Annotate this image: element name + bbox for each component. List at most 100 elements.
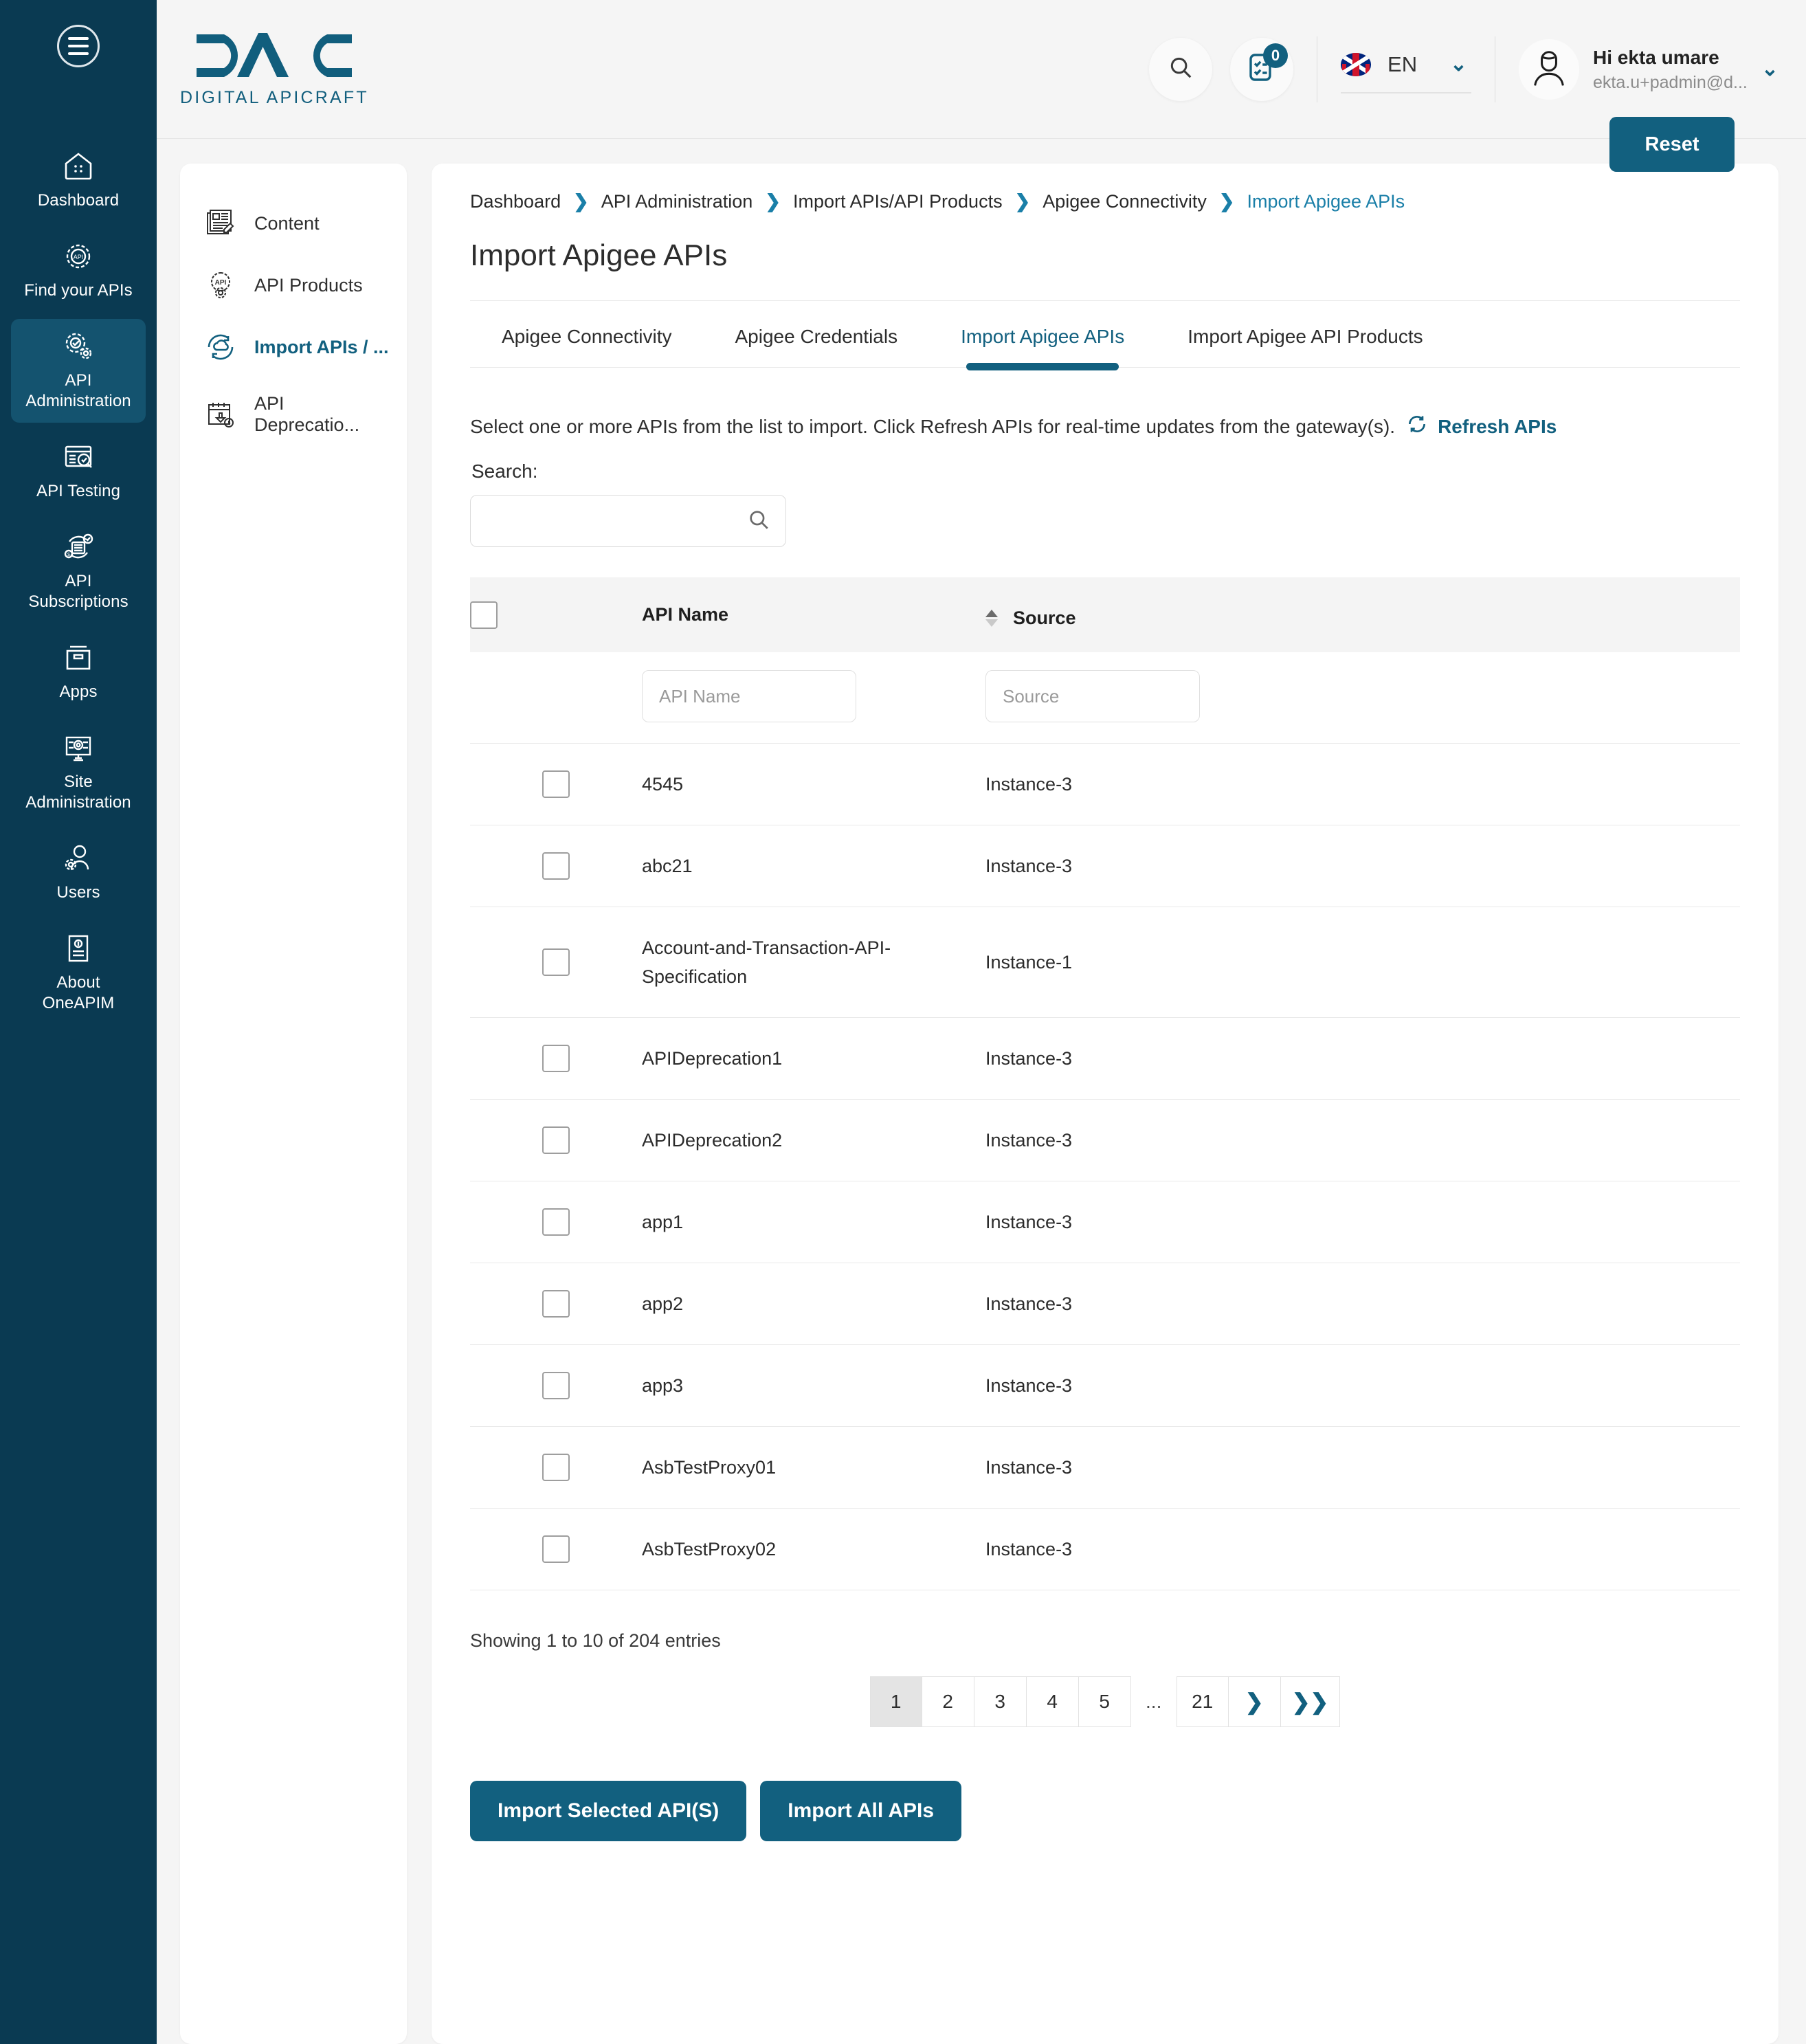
- last-page-button[interactable]: ❯❯: [1280, 1676, 1341, 1727]
- filter-row: [470, 652, 1740, 744]
- chevron-right-icon: ❯: [765, 191, 781, 212]
- sidebar-item-dashboard[interactable]: Dashboard: [11, 139, 146, 222]
- filter-api-name-input[interactable]: [642, 670, 856, 722]
- page-button-2[interactable]: 2: [922, 1676, 974, 1727]
- tab-import-apigee-api-products[interactable]: Import Apigee API Products: [1188, 326, 1423, 367]
- pagination: 1 2 3 4 5 ... 21 ❯ ❯❯: [470, 1676, 1740, 1727]
- import-selected-apis-button[interactable]: Import Selected API(S): [470, 1781, 747, 1841]
- content-icon: [205, 208, 236, 239]
- import-apis-icon: [205, 331, 236, 363]
- breadcrumb-item-dashboard[interactable]: Dashboard: [470, 191, 561, 212]
- subnav-item-api-deprecation[interactable]: API Deprecatio...: [180, 378, 407, 451]
- row-checkbox[interactable]: [542, 1372, 570, 1399]
- filter-source-input[interactable]: [985, 670, 1200, 722]
- footer-actions: Import Selected API(S) Import All APIs: [470, 1781, 1740, 1841]
- next-page-button[interactable]: ❯: [1228, 1676, 1281, 1727]
- header-source[interactable]: Source: [985, 577, 1740, 652]
- row-checkbox[interactable]: [542, 852, 570, 880]
- sidebar-item-users[interactable]: Users: [11, 831, 146, 914]
- chevron-double-right-icon: ❯❯: [1291, 1689, 1329, 1714]
- chevron-right-icon: ❯: [1218, 191, 1235, 212]
- sidebar-item-apps[interactable]: Apps: [11, 630, 146, 713]
- row-checkbox[interactable]: [542, 1535, 570, 1563]
- avatar-icon: [1519, 38, 1580, 100]
- subnav-item-import-apis[interactable]: Import APIs / ...: [180, 316, 407, 378]
- sidebar-item-about-oneapim[interactable]: About OneAPIM: [11, 921, 146, 1025]
- user-menu[interactable]: Hi ekta umare ekta.u+padmin@d... ⌄: [1519, 38, 1779, 100]
- search-label: Search:: [471, 460, 538, 482]
- tab-import-apigee-apis[interactable]: Import Apigee APIs: [961, 326, 1124, 370]
- breadcrumb-item-import-apis[interactable]: Import APIs/API Products: [793, 191, 1003, 212]
- search-icon: [1168, 54, 1194, 84]
- reset-button[interactable]: Reset: [1609, 117, 1735, 172]
- breadcrumb-item-current: Import Apigee APIs: [1247, 191, 1405, 212]
- about-document-icon: [60, 931, 96, 966]
- page-button-4[interactable]: 4: [1026, 1676, 1079, 1727]
- table-row[interactable]: 4545 Instance-3: [470, 743, 1740, 825]
- breadcrumb-item-api-administration[interactable]: API Administration: [601, 191, 753, 212]
- page-button-21[interactable]: 21: [1176, 1676, 1229, 1727]
- brand-subtitle: DIGITAL APICRAFT: [180, 88, 369, 107]
- subnav-item-api-products[interactable]: API API Products: [180, 254, 407, 316]
- breadcrumb: Dashboard ❯ API Administration ❯ Import …: [470, 191, 1740, 212]
- sidebar-item-api-subscriptions[interactable]: $ API Subscriptions: [11, 520, 146, 623]
- sort-arrows-icon[interactable]: [985, 610, 998, 627]
- subnav-item-label: Import APIs / ...: [254, 336, 389, 357]
- header-source-inner: Source: [985, 608, 1076, 629]
- table-header-row: API Name Source: [470, 577, 1740, 652]
- row-checkbox[interactable]: [542, 1045, 570, 1072]
- row-checkbox[interactable]: [542, 1208, 570, 1236]
- row-checkbox[interactable]: [542, 948, 570, 976]
- sidebar-item-find-your-apis[interactable]: API Find your APIs: [11, 229, 146, 312]
- sidebar-item-site-administration[interactable]: Site Administration: [11, 720, 146, 824]
- notifications-button[interactable]: 0: [1230, 37, 1294, 101]
- refresh-apis-button[interactable]: Refresh APIs: [1406, 413, 1557, 440]
- tab-apigee-credentials[interactable]: Apigee Credentials: [735, 326, 898, 367]
- subnav-item-content[interactable]: Content: [180, 192, 407, 254]
- row-checkbox[interactable]: [542, 1454, 570, 1481]
- entries-info: Showing 1 to 10 of 204 entries: [470, 1630, 721, 1651]
- sidebar-item-api-testing[interactable]: API Testing: [11, 430, 146, 513]
- svg-text:API: API: [215, 279, 227, 287]
- helper-row: Select one or more APIs from the list to…: [470, 413, 1740, 440]
- row-checkbox-cell: [470, 743, 642, 825]
- row-checkbox[interactable]: [542, 1126, 570, 1154]
- chevron-down-icon: ⌄: [1761, 58, 1779, 80]
- search-field[interactable]: [470, 495, 786, 547]
- sidebar-item-api-administration[interactable]: API Administration: [11, 319, 146, 423]
- header-api-name-label: API Name: [642, 604, 729, 625]
- import-all-apis-button[interactable]: Import All APIs: [760, 1781, 962, 1841]
- language-selector[interactable]: EN ⌄: [1341, 45, 1472, 93]
- tab-bar: Apigee Connectivity Apigee Credentials I…: [470, 301, 1740, 370]
- row-checkbox[interactable]: [542, 1290, 570, 1318]
- brand-logo[interactable]: DIGITAL APICRAFT: [180, 30, 369, 108]
- api-subscriptions-icon: $: [60, 529, 96, 565]
- select-all-checkbox[interactable]: [470, 601, 498, 629]
- row-checkbox[interactable]: [542, 770, 570, 798]
- chevron-right-icon: ❯: [1245, 1689, 1264, 1714]
- api-products-icon: API: [205, 269, 236, 301]
- header-api-name[interactable]: API Name: [642, 577, 985, 652]
- sidebar-item-label: Users: [56, 883, 100, 902]
- search-icon[interactable]: [747, 508, 770, 535]
- menu-bar-3: [68, 52, 89, 55]
- search-block: Search:: [470, 460, 1740, 547]
- top-header: DIGITAL APICRAFT 0 EN ⌄ Hi ekta umare ek…: [157, 0, 1806, 139]
- page-button-3[interactable]: 3: [974, 1676, 1027, 1727]
- chevron-right-icon: ❯: [573, 191, 589, 212]
- page-button-5[interactable]: 5: [1078, 1676, 1131, 1727]
- refresh-apis-label: Refresh APIs: [1438, 415, 1557, 437]
- user-text: Hi ekta umare ekta.u+padmin@d...: [1593, 45, 1748, 94]
- home-icon: [60, 148, 96, 184]
- table-head: API Name Source: [470, 577, 1740, 652]
- menu-toggle-icon[interactable]: [57, 25, 100, 67]
- search-button[interactable]: [1149, 37, 1213, 101]
- page-button-1[interactable]: 1: [869, 1676, 922, 1727]
- breadcrumb-item-apigee-connectivity[interactable]: Apigee Connectivity: [1043, 191, 1207, 212]
- search-input[interactable]: [486, 510, 747, 532]
- tab-apigee-connectivity[interactable]: Apigee Connectivity: [502, 326, 671, 367]
- users-icon: [60, 841, 96, 876]
- user-email: ekta.u+padmin@d...: [1593, 72, 1748, 92]
- sidebar-item-label: API Subscriptions: [28, 572, 129, 611]
- api-deprecation-icon: [205, 399, 236, 430]
